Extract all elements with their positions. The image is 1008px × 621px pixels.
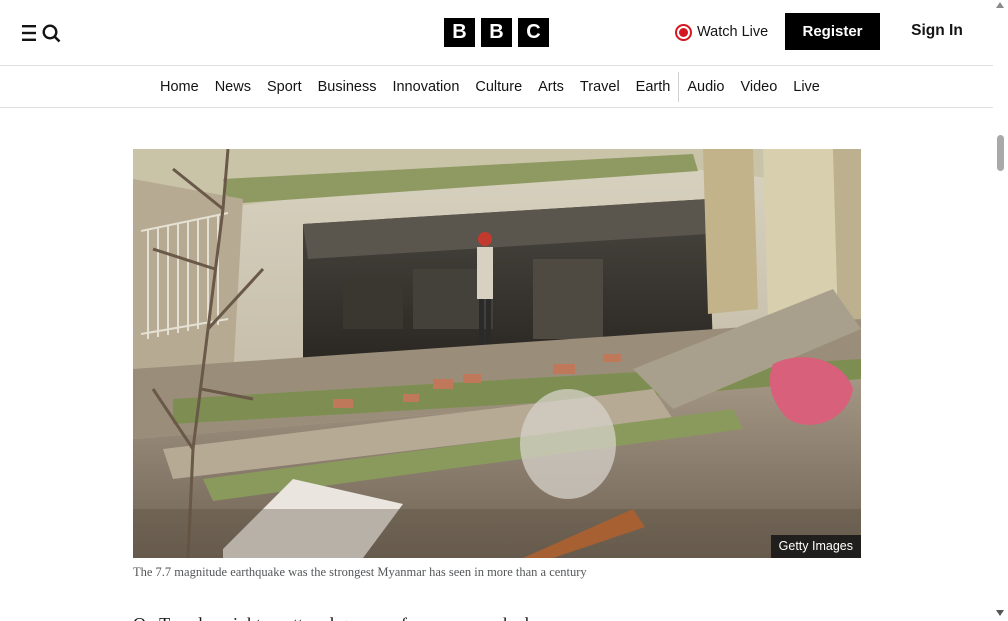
logo-letter-c: C — [518, 18, 549, 47]
nav-item-innovation[interactable]: Innovation — [384, 66, 467, 108]
watch-live-label: Watch Live — [697, 24, 769, 40]
nav-item-culture[interactable]: Culture — [467, 66, 530, 108]
sign-in-link[interactable]: Sign In — [900, 22, 974, 40]
nav-list: Home News Sport Business Innovation Cult… — [152, 66, 828, 108]
image-caption: The 7.7 magnitude earthquake was the str… — [133, 565, 587, 579]
nav-item-home[interactable]: Home — [152, 66, 207, 108]
search-icon — [42, 24, 61, 43]
scroll-thumb[interactable] — [997, 135, 1004, 171]
nav-item-audio[interactable]: Audio — [679, 66, 732, 108]
nav-item-business[interactable]: Business — [310, 66, 385, 108]
nav-item-earth[interactable]: Earth — [628, 66, 679, 108]
nav-item-travel[interactable]: Travel — [572, 66, 628, 108]
nav-item-sport[interactable]: Sport — [259, 66, 310, 108]
scroll-up-arrow-icon[interactable] — [996, 2, 1004, 8]
main-nav: Home News Sport Business Innovation Cult… — [0, 66, 993, 108]
article-image: Getty Images — [133, 149, 861, 558]
image-credit: Getty Images — [770, 535, 861, 558]
site-header: B B C Watch Live Register Sign In — [0, 0, 993, 66]
watch-live-link[interactable]: Watch Live — [675, 22, 768, 42]
live-indicator-icon — [675, 23, 692, 41]
earthquake-rubble-photo — [133, 149, 861, 558]
nav-item-news[interactable]: News — [207, 66, 259, 108]
page-scrollbar[interactable] — [993, 0, 1008, 621]
nav-item-arts[interactable]: Arts — [530, 66, 572, 108]
bbc-logo[interactable]: B B C — [444, 18, 549, 47]
register-button[interactable]: Register — [785, 13, 880, 50]
menu-search-button[interactable] — [20, 20, 64, 46]
logo-letter-b2: B — [481, 18, 512, 47]
scroll-down-arrow-icon[interactable] — [996, 610, 1004, 616]
article-body-first-line: On Tuesday night, scattered groups of re… — [133, 610, 861, 621]
logo-letter-b1: B — [444, 18, 475, 47]
nav-item-video[interactable]: Video — [732, 66, 785, 108]
nav-item-live[interactable]: Live — [785, 66, 828, 108]
